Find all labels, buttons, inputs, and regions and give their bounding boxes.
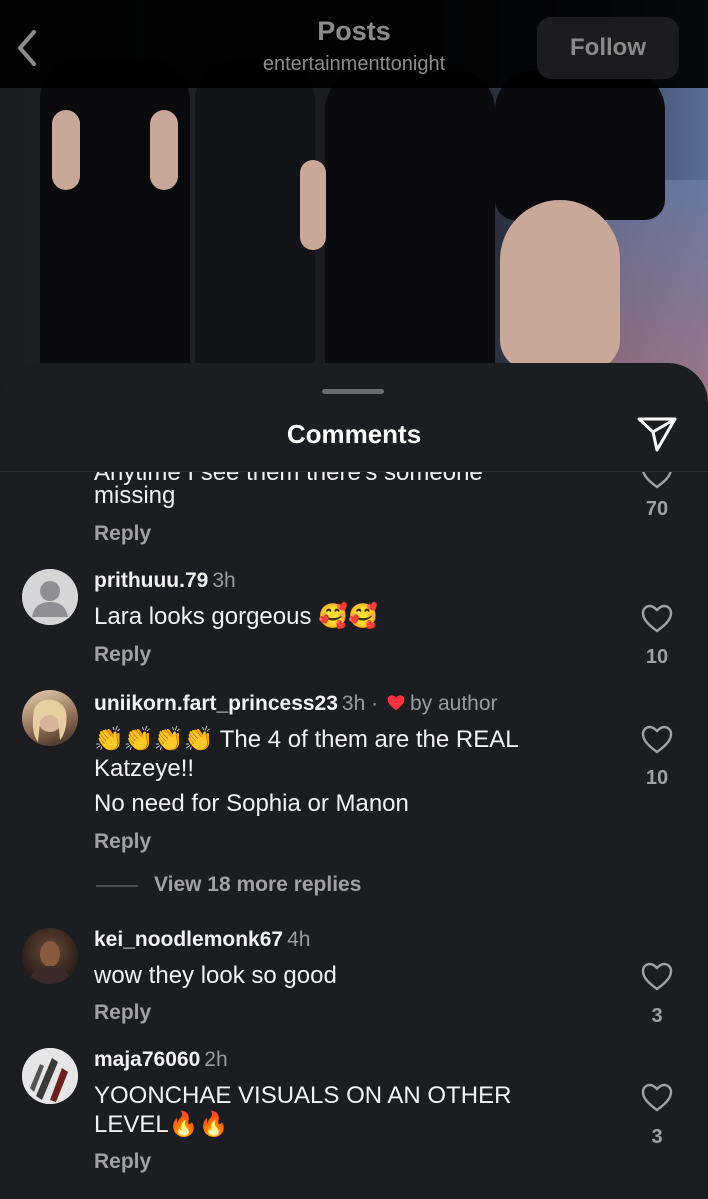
view-replies-line [96,885,138,887]
username[interactable]: kei_noodlemonk67 [94,928,283,951]
photo-figure [150,110,178,190]
reply-button[interactable]: Reply [94,1001,151,1025]
drag-handle[interactable] [322,389,384,394]
like-count: 10 [645,646,669,668]
comment-meta: maja76060 2h [94,1048,228,1072]
photo-figure [495,70,665,220]
comment-text: wow they look so good [94,962,337,989]
comment-meta: uniikorn.fart_princess23 3h · by author [94,692,498,716]
comment-meta: kei_noodlemonk67 4h [94,928,310,952]
comments-scroll[interactable]: prithuuu.79 3h Lara looks gorgeous 🥰🥰 Rep… [0,472,708,1199]
comment-text-line2: No need for Sophia or Manon [94,790,409,817]
separator: · [371,692,379,715]
timestamp: 2h [204,1048,228,1071]
comment-text: Lara looks gorgeous 🥰🥰 [94,603,378,630]
like-count: 3 [651,1126,663,1148]
view-replies-button[interactable]: View 18 more replies [154,873,361,897]
avatar[interactable] [22,928,78,984]
heart-icon[interactable] [641,604,673,634]
comment-meta: prithuuu.79 3h [94,569,236,593]
photo-figure [325,70,495,400]
heart-icon[interactable] [641,962,673,992]
reply-button[interactable]: Reply [94,643,151,667]
username[interactable]: uniikorn.fart_princess23 [94,692,338,715]
photo-figure [52,110,80,190]
reply-button[interactable]: Reply [94,1150,151,1174]
photo-figure [500,200,620,370]
comment-text: YOONCHAE VISUALS ON AN OTHER LEVEL🔥🔥 [94,1082,512,1138]
author-badge: by author [409,692,498,715]
username[interactable]: prithuuu.79 [94,569,208,592]
avatar[interactable] [22,690,78,746]
comment-text: 👏👏👏👏 The 4 of them are the REAL Katzeye!… [94,726,518,782]
top-bar: Posts entertainmenttonight Follow [0,0,708,88]
like-count: 3 [651,1005,663,1027]
paper-plane-icon[interactable] [636,412,678,454]
timestamp: 3h [212,569,236,592]
follow-button[interactable]: Follow [537,17,679,79]
avatar[interactable] [22,1048,78,1104]
username[interactable]: maja76060 [94,1048,200,1071]
sheet-title: Comments [286,419,422,449]
timestamp: 4h [287,928,311,951]
like-count: 10 [645,767,669,789]
photo-figure [300,160,326,250]
photo-figure [195,60,315,390]
heart-filled-icon [386,694,406,712]
timestamp: 3h [341,692,366,715]
heart-icon[interactable] [641,1083,673,1113]
reply-button[interactable]: Reply [94,830,151,854]
avatar[interactable] [22,569,78,625]
heart-icon[interactable] [641,725,673,755]
